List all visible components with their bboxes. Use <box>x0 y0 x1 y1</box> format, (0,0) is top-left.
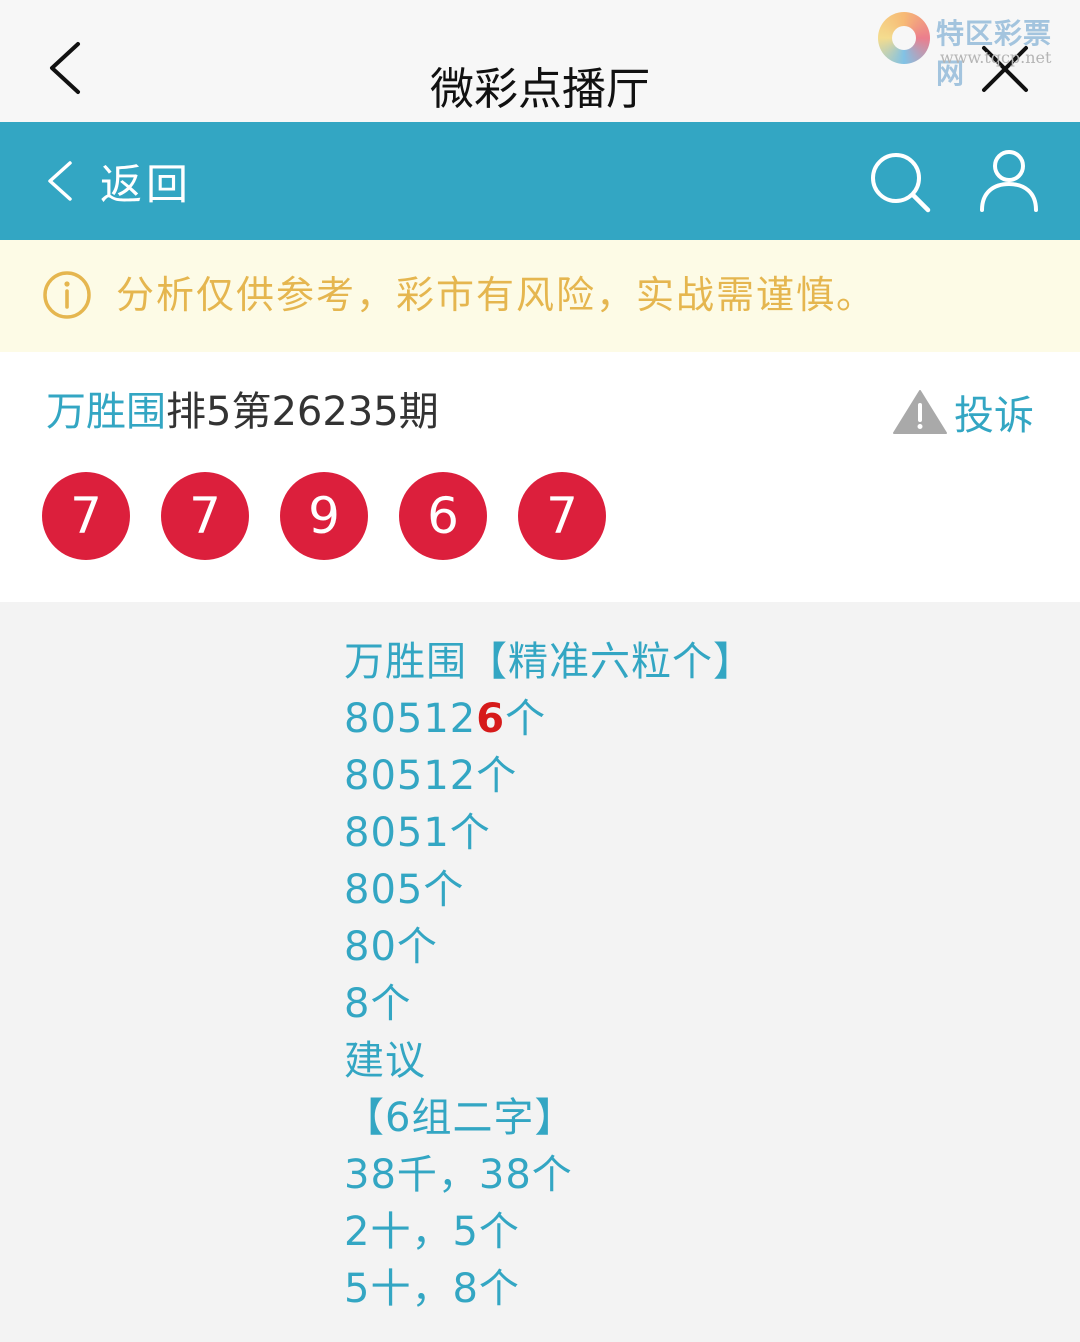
back-button[interactable]: 返回 <box>46 150 192 212</box>
content-text: 个 <box>505 696 547 742</box>
watermark-logo-icon <box>878 12 930 64</box>
content-text: 80512 <box>344 696 477 742</box>
issue-card: 万胜围排5第26235期 投诉 7 7 9 6 7 <box>0 352 1080 602</box>
complain-button[interactable]: 投诉 <box>892 384 1034 440</box>
number-ball: 7 <box>42 472 130 560</box>
content-line: 2十，5个 <box>344 1209 520 1255</box>
info-icon <box>43 271 91 319</box>
search-icon[interactable] <box>868 150 932 214</box>
content-line: 5十，8个 <box>344 1266 520 1312</box>
nav-bar: 返回 <box>0 122 1080 240</box>
warning-icon <box>893 390 947 434</box>
draw-numbers: 7 7 9 6 7 <box>42 472 637 560</box>
content-line: 建议 <box>344 1038 426 1084</box>
watermark-url: www.tqcp.net <box>940 48 1052 67</box>
back-label: 返回 <box>100 159 193 209</box>
top-bar: 微彩点播厅 特区彩票网 www.tqcp.net <box>0 0 1080 122</box>
issue-heading: 万胜围排5第26235期 <box>46 384 439 440</box>
highlight-digit: 6 <box>476 696 506 742</box>
prediction-content: 万胜围【精准六粒个】 805126个 80512个 8051个 805个 80个… <box>344 634 1044 1318</box>
content-line: 【6组二字】 <box>344 1095 576 1141</box>
content-line: 80512个 <box>344 753 518 799</box>
complain-label: 投诉 <box>954 393 1034 439</box>
content-line: 80个 <box>344 924 438 970</box>
issue-label: 排5第26235期 <box>166 389 439 435</box>
risk-notice: 分析仅供参考，彩市有风险，实战需谨慎。 <box>0 240 1080 352</box>
user-icon[interactable] <box>978 148 1040 212</box>
number-ball: 6 <box>399 472 487 560</box>
page-title: 微彩点播厅 <box>430 64 650 115</box>
content-line: 8个 <box>344 981 412 1027</box>
number-ball: 9 <box>280 472 368 560</box>
watermark: 特区彩票网 www.tqcp.net <box>878 10 1074 90</box>
content-line: 805126个 <box>344 691 1044 748</box>
content-line: 8051个 <box>344 810 491 856</box>
notice-text: 分析仅供参考，彩市有风险，实战需谨慎。 <box>116 273 877 317</box>
number-ball: 7 <box>161 472 249 560</box>
number-ball: 7 <box>518 472 606 560</box>
content-line: 805个 <box>344 867 465 913</box>
author-name[interactable]: 万胜围 <box>46 389 166 435</box>
content-line: 万胜围【精准六粒个】 <box>344 639 754 685</box>
content-line: 38千，38个 <box>344 1152 573 1198</box>
chevron-left-icon <box>48 161 72 201</box>
